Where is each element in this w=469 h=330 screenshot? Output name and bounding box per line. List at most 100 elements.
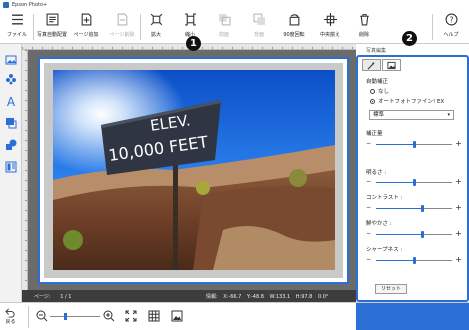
page-indicator: ページ: 1 / 1 [34, 293, 71, 300]
panel-header-strip: 写真編集 [356, 44, 469, 55]
help-button[interactable]: ? ヘルプ [433, 13, 469, 38]
callout-2: 2 [402, 31, 417, 46]
slider-fill [376, 208, 422, 209]
radio-auto-indicator [370, 98, 375, 104]
back-label: 戻る [5, 319, 16, 325]
slider-thumb[interactable] [413, 179, 416, 186]
page-value: 1 / 1 [60, 294, 72, 300]
chevron-down-icon: ▾ [447, 112, 450, 118]
shape-icon [6, 139, 17, 150]
plus-icon[interactable]: + [455, 140, 462, 148]
back-arrow-icon [5, 308, 15, 318]
radio-auto-photo-fine[interactable]: オートフォトファイン! EX [370, 97, 444, 105]
minus-icon[interactable]: − [366, 141, 371, 147]
plus-icon[interactable]: + [455, 178, 462, 186]
delete-page-button[interactable]: ページ削除 [104, 13, 140, 38]
bring-front-button[interactable]: 前面 [206, 13, 242, 38]
slider-thumb[interactable] [420, 205, 424, 212]
slider-contrast[interactable]: − + [366, 204, 462, 212]
bring-front-icon [218, 14, 230, 26]
slider-fill [376, 182, 414, 183]
reset-button[interactable]: リセット [375, 284, 407, 294]
zoom-slider-thumb[interactable] [64, 313, 67, 320]
status-bar: ページ: 1 / 1 情報: X:-66.7 Y:-48.8 W:133.1 H… [22, 290, 356, 302]
shrink-button[interactable]: 縮小 [172, 13, 208, 38]
tab-image-adjust[interactable] [382, 59, 401, 71]
sidebar-item-stamp[interactable] [4, 72, 18, 86]
slider-label-brightness: 明るさ : [366, 170, 387, 176]
plus-icon[interactable]: + [455, 230, 462, 238]
slider-thumb[interactable] [420, 231, 424, 238]
page-label: ページ: [34, 294, 51, 300]
sidebar-item-layout[interactable] [4, 160, 18, 174]
sidebar-item-text[interactable]: A [4, 94, 18, 108]
grid-icon[interactable] [148, 310, 160, 322]
expand-icon [150, 13, 162, 26]
minus-icon[interactable]: − [366, 257, 371, 263]
panel-tabs [362, 59, 402, 71]
rotate-label: 90度回転 [283, 32, 305, 38]
slider-label-sharpness: シャープネス : [366, 247, 403, 253]
sidebar-item-frame[interactable] [4, 116, 18, 130]
minus-icon[interactable]: − [366, 179, 371, 185]
sidebar-item-shape[interactable] [4, 138, 18, 152]
zoom-in-icon[interactable] [103, 310, 115, 322]
center-align-button[interactable]: 中央揃え [312, 13, 348, 38]
send-back-label: 背面 [253, 32, 264, 38]
slider-fill [376, 144, 414, 145]
text-icon: A [7, 95, 16, 107]
info-h: H:97.8 [295, 294, 313, 300]
info-x: X:-66.7 [223, 294, 242, 300]
auto-layout-label: 写真自動配置 [36, 32, 67, 38]
auto-layout-icon [46, 13, 58, 26]
file-menu-button[interactable]: ファイル [0, 13, 35, 38]
photo-icon [5, 55, 17, 65]
layout-icon [5, 161, 17, 173]
info-w: W:133.1 [269, 294, 291, 300]
slider-brightness[interactable]: − + [366, 178, 462, 186]
auto-layout-button[interactable]: 写真自動配置 [34, 13, 70, 38]
svg-text:A: A [7, 95, 16, 107]
plus-icon[interactable]: + [455, 256, 462, 264]
fit-to-window-icon[interactable] [125, 310, 137, 322]
vertical-ruler [22, 50, 28, 290]
sidebar-item-photo[interactable] [4, 53, 18, 67]
preview-icon[interactable] [171, 310, 183, 322]
window-title: Epson Photo+ [12, 2, 48, 8]
toolbar: ファイル 写真自動配置 ページ追加 ページ削除 拡大 縮小 前面 背面 90度回… [0, 10, 469, 44]
left-sidebar: A [0, 44, 22, 302]
slider-sharpness[interactable]: − + [366, 256, 462, 264]
minus-icon[interactable]: − [366, 205, 371, 211]
back-button[interactable]: 戻る [5, 307, 16, 325]
slider-amount[interactable]: − + [366, 140, 462, 148]
send-back-button[interactable]: 背面 [241, 13, 277, 38]
slider-label-amount: 補正量 [366, 131, 383, 137]
shrink-icon [184, 13, 196, 26]
expand-label: 拡大 [150, 32, 161, 38]
photo-image[interactable]: ELEV. 10,000 FEET [53, 70, 335, 270]
photo-illustration: ELEV. 10,000 FEET [53, 70, 335, 270]
correction-mode-select[interactable]: 標準 ▾ [369, 110, 454, 120]
tab-auto-correct[interactable] [362, 59, 381, 71]
slider-saturation[interactable]: − + [366, 230, 462, 238]
expand-button[interactable]: 拡大 [138, 13, 174, 38]
slider-thumb[interactable] [413, 141, 416, 148]
send-back-icon [253, 13, 265, 25]
rotate-button[interactable]: 90度回転 [276, 13, 312, 38]
frame-icon [6, 118, 17, 129]
center-align-label: 中央揃え [319, 32, 340, 38]
delete-page-label: ページ削除 [109, 32, 135, 38]
slider-thumb[interactable] [413, 257, 416, 264]
zoom-slider-track[interactable] [50, 316, 100, 317]
magic-wand-icon [367, 61, 375, 69]
plus-icon[interactable]: + [455, 204, 462, 212]
minus-icon[interactable]: − [366, 231, 371, 237]
svg-text:?: ? [449, 15, 453, 24]
panel-footer [356, 303, 469, 330]
add-page-button[interactable]: ページ追加 [68, 13, 104, 38]
app-icon [3, 2, 9, 8]
radio-none[interactable]: なし [370, 87, 389, 95]
zoom-out-icon[interactable] [36, 310, 48, 322]
center-align-icon [323, 13, 337, 26]
delete-button[interactable]: 削除 [346, 13, 382, 38]
